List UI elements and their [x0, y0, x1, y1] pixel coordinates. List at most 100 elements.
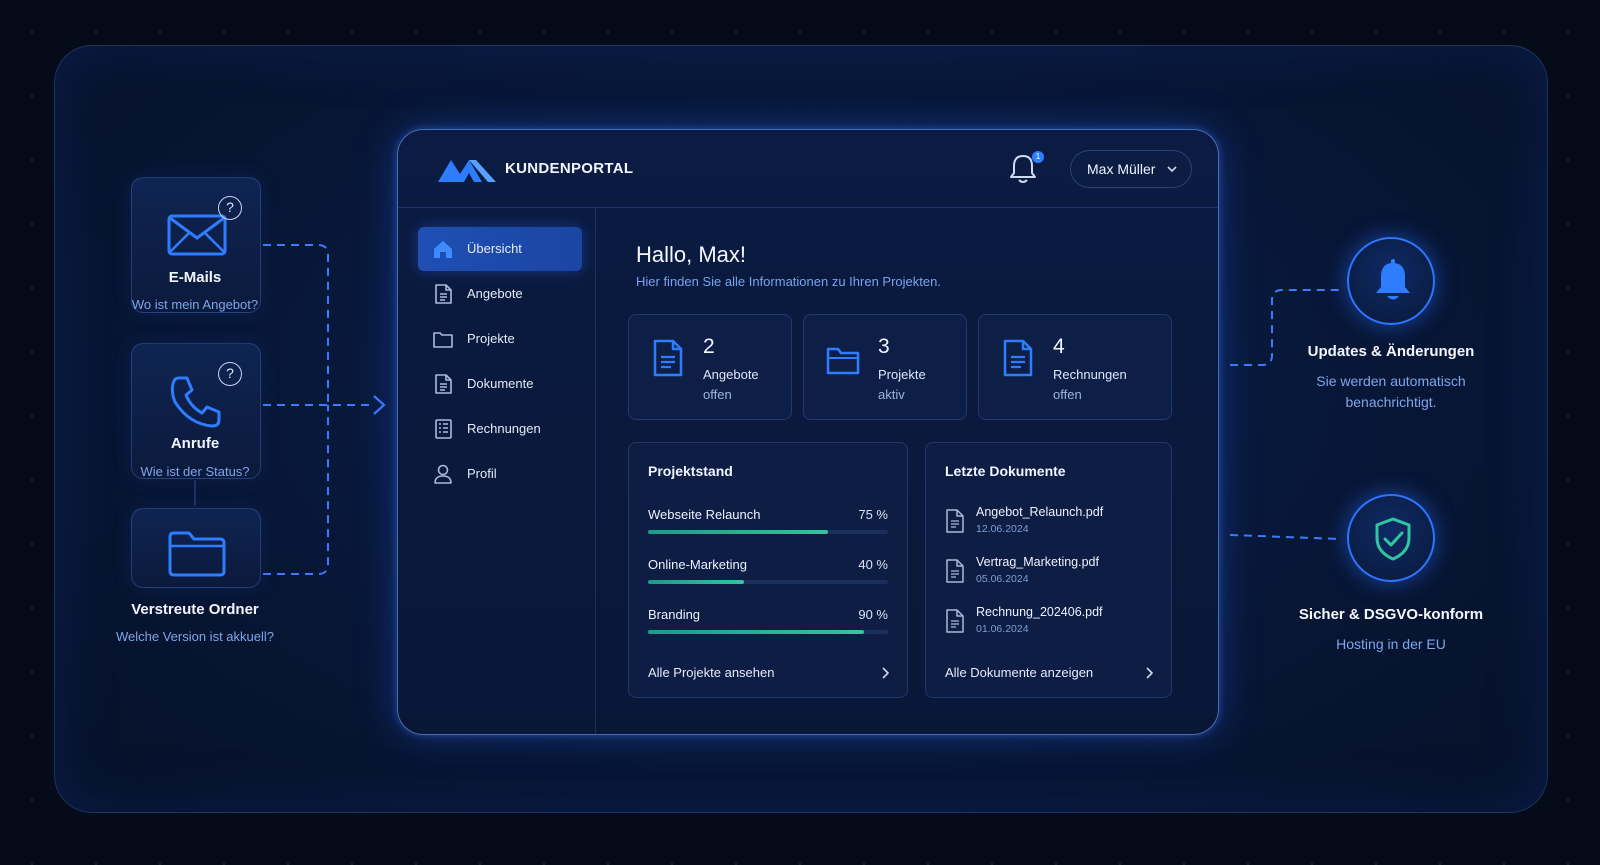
project-percent: 90 % — [858, 607, 888, 622]
invoice-icon — [1003, 339, 1033, 377]
question-badge-icon: ? — [218, 362, 242, 386]
folder-icon — [433, 332, 453, 348]
sidebar-item-label: Dokumente — [467, 376, 534, 391]
sidebar-item-dokumente[interactable]: Dokumente — [418, 362, 582, 406]
dashboard-content: Hallo, Max! Hier finden Sie alle Informa… — [596, 208, 1218, 734]
user-menu-button[interactable]: Max Müller — [1070, 150, 1192, 188]
stat-label: Rechnungen — [1053, 367, 1127, 382]
problem-title: Anrufe — [170, 435, 220, 452]
sidebar-item-label: Profil — [467, 466, 497, 481]
bell-icon — [1376, 259, 1410, 300]
document-icon — [435, 374, 452, 394]
sidebar-item-profil[interactable]: Profil — [418, 452, 582, 496]
project-percent: 75 % — [858, 507, 888, 522]
sidebar-item-label: Rechnungen — [467, 421, 541, 436]
progress-fill — [648, 530, 828, 534]
folder-icon — [167, 529, 227, 579]
stat-card-rechnungen[interactable]: 4 Rechnungen offen — [978, 314, 1172, 420]
problem-card: ? — [131, 177, 261, 313]
problem-card — [131, 508, 261, 588]
greeting-title: Hallo, Max! — [636, 242, 747, 267]
problem-title: Verstreute Ordner — [131, 601, 259, 618]
stat-label: Angebote — [703, 367, 759, 382]
document-icon — [653, 339, 683, 377]
document-icon — [946, 559, 964, 583]
envelope-icon — [167, 208, 227, 258]
question-badge-icon: ? — [218, 196, 242, 220]
stat-card-angebote[interactable]: 2 Angebote offen — [628, 314, 792, 420]
customer-portal-window: KUNDENPORTAL 1 Max Müller Übersicht Ange… — [397, 129, 1219, 735]
invoice-icon — [435, 419, 452, 439]
sidebar-item-label: Projekte — [467, 331, 515, 346]
brand-logo-icon — [438, 160, 496, 182]
progress-track — [648, 580, 888, 584]
problem-question: Welche Version ist akkuell? — [115, 629, 274, 644]
sidebar-item-angebote[interactable]: Angebote — [418, 272, 582, 316]
progress-track — [648, 630, 888, 634]
feature-subtitle: Sie werden automatisch — [1316, 373, 1466, 389]
document-date: 05.06.2024 — [976, 573, 1029, 585]
document-date: 12.06.2024 — [976, 523, 1029, 535]
stat-card-projekte[interactable]: 3 Projekte aktiv — [803, 314, 967, 420]
problem-question: Wo ist mein Angebot? — [131, 297, 259, 312]
project-row[interactable]: Webseite Relaunch 75 % — [648, 507, 888, 541]
document-name: Rechnung_202406.pdf — [976, 605, 1103, 619]
feature-subtitle: Hosting in der EU — [1336, 636, 1446, 652]
stat-value: 2 — [703, 335, 715, 358]
folder-icon — [826, 347, 860, 375]
stat-value: 4 — [1053, 335, 1065, 358]
feature-title: Updates & Änderungen — [1307, 343, 1475, 360]
all-documents-link[interactable]: Alle Dokumente anzeigen — [945, 665, 1093, 680]
document-date: 01.06.2024 — [976, 623, 1029, 635]
document-name: Angebot_Relaunch.pdf — [976, 505, 1104, 519]
stat-sublabel: offen — [1053, 387, 1082, 402]
chevron-right-icon[interactable] — [1145, 667, 1153, 679]
feature-icon-circle — [1347, 494, 1435, 582]
feature-icon-circle — [1347, 237, 1435, 325]
sidebar-item-label: Angebote — [467, 286, 523, 301]
progress-track — [648, 530, 888, 534]
user-icon — [434, 464, 452, 484]
stat-sublabel: aktiv — [878, 387, 905, 402]
document-row[interactable]: Vertrag_Marketing.pdf 05.06.2024 — [945, 555, 1185, 593]
user-name: Max Müller — [1087, 161, 1156, 177]
sidebar-item-rechnungen[interactable]: Rechnungen — [418, 407, 582, 451]
problem-title: E-Mails — [168, 269, 222, 286]
progress-fill — [648, 630, 864, 634]
panel-title: Letzte Dokumente — [945, 463, 1066, 479]
feature-title: Sicher & DSGVO-konform — [1298, 606, 1484, 623]
all-projects-link[interactable]: Alle Projekte ansehen — [648, 665, 774, 680]
phone-icon — [167, 374, 227, 428]
problem-question: Wie ist der Status? — [140, 464, 250, 479]
recent-documents-panel: Letzte Dokumente Angebot_Relaunch.pdf 12… — [925, 442, 1172, 698]
home-icon — [434, 241, 452, 258]
sidebar-item-label: Übersicht — [467, 241, 522, 256]
document-row[interactable]: Rechnung_202406.pdf 01.06.2024 — [945, 605, 1185, 643]
project-percent: 40 % — [858, 557, 888, 572]
brand-name: KUNDENPORTAL — [505, 160, 634, 177]
progress-fill — [648, 580, 744, 584]
greeting-subtitle: Hier finden Sie alle Informationen zu Ih… — [636, 274, 941, 289]
portal-topbar: KUNDENPORTAL 1 Max Müller — [398, 130, 1218, 208]
sidebar-item-uebersicht[interactable]: Übersicht — [418, 227, 582, 271]
shield-check-icon — [1375, 517, 1411, 561]
document-name: Vertrag_Marketing.pdf — [976, 555, 1099, 569]
project-row[interactable]: Online-Marketing 40 % — [648, 557, 888, 591]
project-name: Webseite Relaunch — [648, 507, 761, 522]
project-row[interactable]: Branding 90 % — [648, 607, 888, 641]
problem-card: ? — [131, 343, 261, 479]
document-icon — [946, 609, 964, 633]
stat-label: Projekte — [878, 367, 926, 382]
sidebar-nav: Übersicht Angebote Projekte Dokumente Re… — [398, 208, 596, 734]
document-icon — [435, 284, 452, 304]
project-name: Online-Marketing — [648, 557, 747, 572]
stat-value: 3 — [878, 335, 890, 358]
feature-subtitle: benachrichtigt. — [1345, 394, 1437, 410]
notification-badge: 1 — [1032, 151, 1044, 163]
panel-title: Projektstand — [648, 463, 733, 479]
chevron-right-icon[interactable] — [881, 667, 889, 679]
document-row[interactable]: Angebot_Relaunch.pdf 12.06.2024 — [945, 505, 1185, 543]
sidebar-item-projekte[interactable]: Projekte — [418, 317, 582, 361]
stat-sublabel: offen — [703, 387, 732, 402]
project-name: Branding — [648, 607, 701, 622]
